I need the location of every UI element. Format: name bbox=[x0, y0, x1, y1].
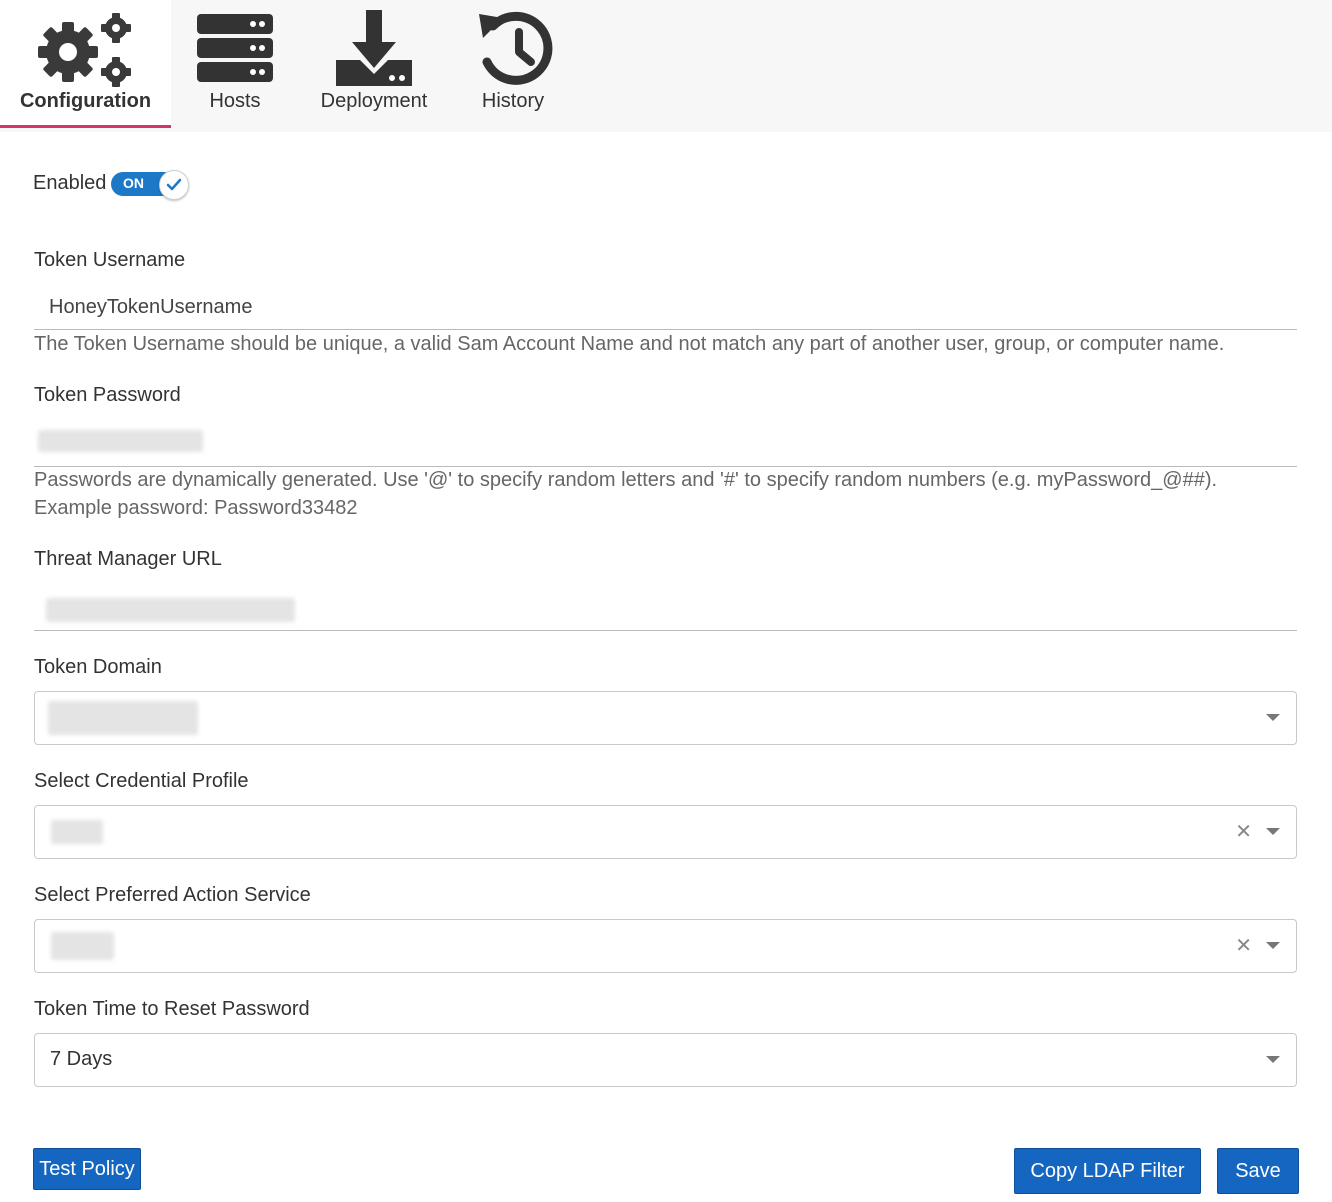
tab-history[interactable]: History bbox=[466, 0, 560, 128]
action-service-label: Select Preferred Action Service bbox=[34, 884, 311, 906]
token-password-help-1: Passwords are dynamically generated. Use… bbox=[34, 469, 1218, 491]
tab-label: Configuration bbox=[19, 90, 152, 112]
tab-configuration[interactable]: Configuration bbox=[0, 0, 171, 128]
save-button[interactable]: Save bbox=[1217, 1148, 1299, 1194]
clear-icon[interactable]: ✕ bbox=[1235, 819, 1252, 844]
chevron-down-icon[interactable] bbox=[1266, 1056, 1280, 1063]
tab-label: Hosts bbox=[209, 90, 261, 112]
reset-password-value: 7 Days bbox=[50, 1048, 113, 1070]
token-domain-value bbox=[48, 701, 198, 735]
threat-manager-url-label: Threat Manager URL bbox=[34, 548, 222, 570]
action-service-value bbox=[51, 932, 114, 960]
reset-password-select[interactable]: 7 Days bbox=[34, 1033, 1297, 1087]
check-icon bbox=[166, 178, 182, 191]
gears-icon bbox=[37, 13, 131, 87]
credential-profile-label: Select Credential Profile bbox=[34, 770, 249, 792]
tab-deployment[interactable]: Deployment bbox=[312, 0, 436, 128]
enabled-label: Enabled bbox=[33, 172, 107, 194]
test-policy-button[interactable]: Test Policy bbox=[33, 1148, 141, 1190]
token-username-help: The Token Username should be unique, a v… bbox=[34, 333, 1225, 355]
tab-hosts[interactable]: Hosts bbox=[186, 0, 284, 128]
chevron-down-icon[interactable] bbox=[1266, 828, 1280, 835]
reset-password-label: Token Time to Reset Password bbox=[34, 998, 310, 1020]
action-service-select[interactable]: ✕ bbox=[34, 919, 1297, 973]
threat-manager-url-underline bbox=[34, 630, 1297, 631]
token-password-label: Token Password bbox=[34, 384, 181, 406]
toggle-knob bbox=[159, 170, 189, 200]
token-domain-select[interactable] bbox=[34, 691, 1297, 745]
chevron-down-icon[interactable] bbox=[1266, 942, 1280, 949]
copy-ldap-filter-button[interactable]: Copy LDAP Filter bbox=[1014, 1148, 1201, 1194]
credential-profile-value bbox=[51, 820, 103, 844]
token-domain-label: Token Domain bbox=[34, 656, 162, 678]
toggle-state-text: ON bbox=[123, 175, 144, 191]
enabled-toggle[interactable]: ON bbox=[111, 170, 189, 200]
download-tray-icon bbox=[336, 10, 412, 86]
server-stack-icon bbox=[197, 14, 273, 82]
chevron-down-icon[interactable] bbox=[1266, 714, 1280, 721]
threat-manager-url-input[interactable] bbox=[46, 598, 295, 622]
token-password-help-2: Example password: Password33482 bbox=[34, 497, 358, 519]
history-clock-icon bbox=[479, 11, 553, 85]
tab-label: History bbox=[481, 90, 545, 112]
tab-bar: Configuration Hosts Deployment History bbox=[0, 0, 1332, 132]
token-username-label: Token Username bbox=[34, 249, 186, 271]
token-password-input[interactable] bbox=[38, 430, 203, 452]
tab-label: Deployment bbox=[320, 90, 428, 112]
clear-icon[interactable]: ✕ bbox=[1235, 933, 1252, 958]
token-username-input[interactable]: HoneyTokenUsername bbox=[49, 296, 252, 319]
credential-profile-select[interactable]: ✕ bbox=[34, 805, 1297, 859]
